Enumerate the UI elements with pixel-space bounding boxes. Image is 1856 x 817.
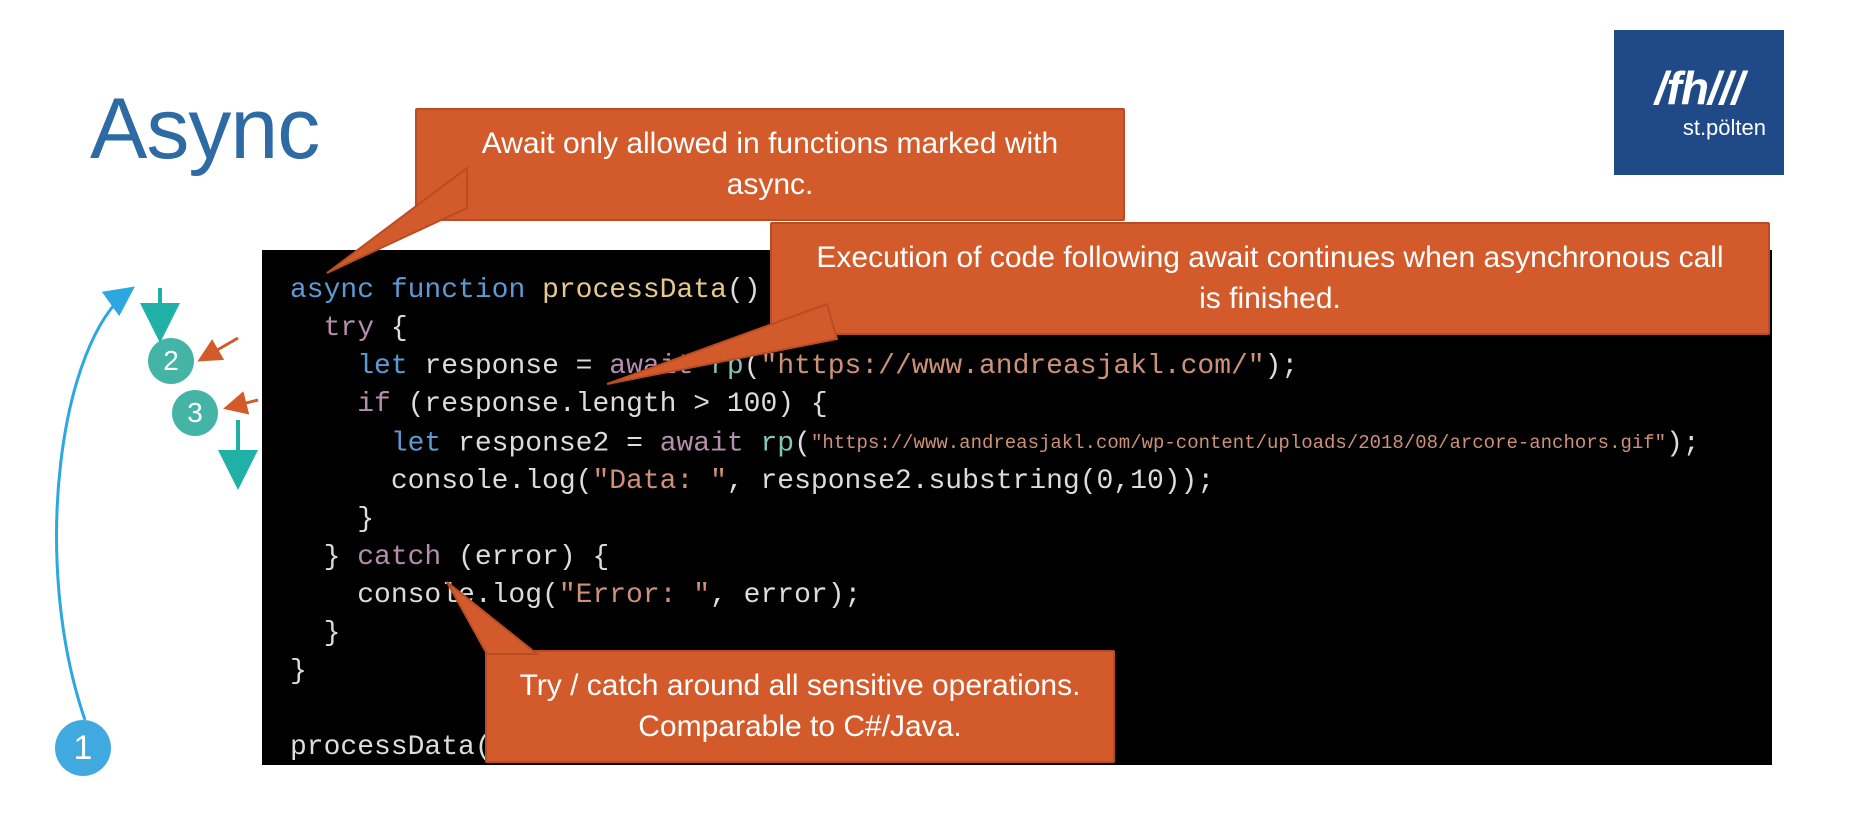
kw-let: let (391, 428, 441, 459)
code-text: response2 = (441, 428, 659, 459)
flow-marker-3-label: 3 (187, 397, 203, 429)
kw-catch: catch (357, 542, 441, 573)
logo: /fh/// st.pölten (1614, 30, 1784, 175)
code-text: { (374, 313, 408, 344)
kw-try: try (324, 313, 374, 344)
slide-root: Async /fh/// st.pölten async function pr… (0, 0, 1856, 817)
kw-let: let (357, 351, 407, 382)
callout-trycatch-text: Try / catch around all sensitive operati… (520, 669, 1081, 743)
callout-trycatch: Try / catch around all sensitive operati… (485, 650, 1115, 763)
fn-call: rp (744, 428, 794, 459)
code-text: } (290, 656, 307, 687)
code-text: } (290, 542, 357, 573)
flow-marker-2-label: 2 (163, 345, 179, 377)
string-literal-small: "https://www.andreasjakl.com/wp-content/… (811, 432, 1666, 454)
slide-title: Async (90, 80, 319, 179)
flow-marker-1-label: 1 (74, 729, 93, 768)
code-text: (error) { (441, 542, 609, 573)
code-text: ); (1265, 351, 1299, 382)
callout-trycatch-tail (447, 582, 567, 682)
string-literal: "Data: " (592, 466, 726, 497)
code-text: , error); (710, 580, 861, 611)
callout-async-tail (327, 168, 467, 288)
kw-await: await (660, 428, 744, 459)
callout-async: Await only allowed in functions marked w… (415, 108, 1125, 221)
flow-marker-2: 2 (148, 338, 194, 384)
callout-await-exec-tail (607, 304, 837, 414)
code-text: ( (794, 428, 811, 459)
logo-big: /fh/// (1655, 65, 1744, 111)
callout-await-exec: Execution of code following await contin… (770, 222, 1770, 335)
fn-name: processData (542, 275, 727, 306)
code-text: response = (408, 351, 610, 382)
kw-if: if (357, 389, 391, 420)
callout-await-exec-text: Execution of code following await contin… (816, 241, 1723, 315)
code-text: } (290, 618, 340, 649)
flow-marker-3: 3 (172, 390, 218, 436)
flow-marker-1: 1 (55, 720, 111, 776)
callout-async-text: Await only allowed in functions marked w… (482, 127, 1058, 201)
code-text: console.log( (290, 466, 592, 497)
code-text: , response2.substring(0,10)); (727, 466, 1214, 497)
string-literal: "Error: " (559, 580, 710, 611)
logo-small: st.pölten (1683, 115, 1766, 141)
code-text: ); (1666, 428, 1700, 459)
code-text: } (290, 504, 374, 535)
